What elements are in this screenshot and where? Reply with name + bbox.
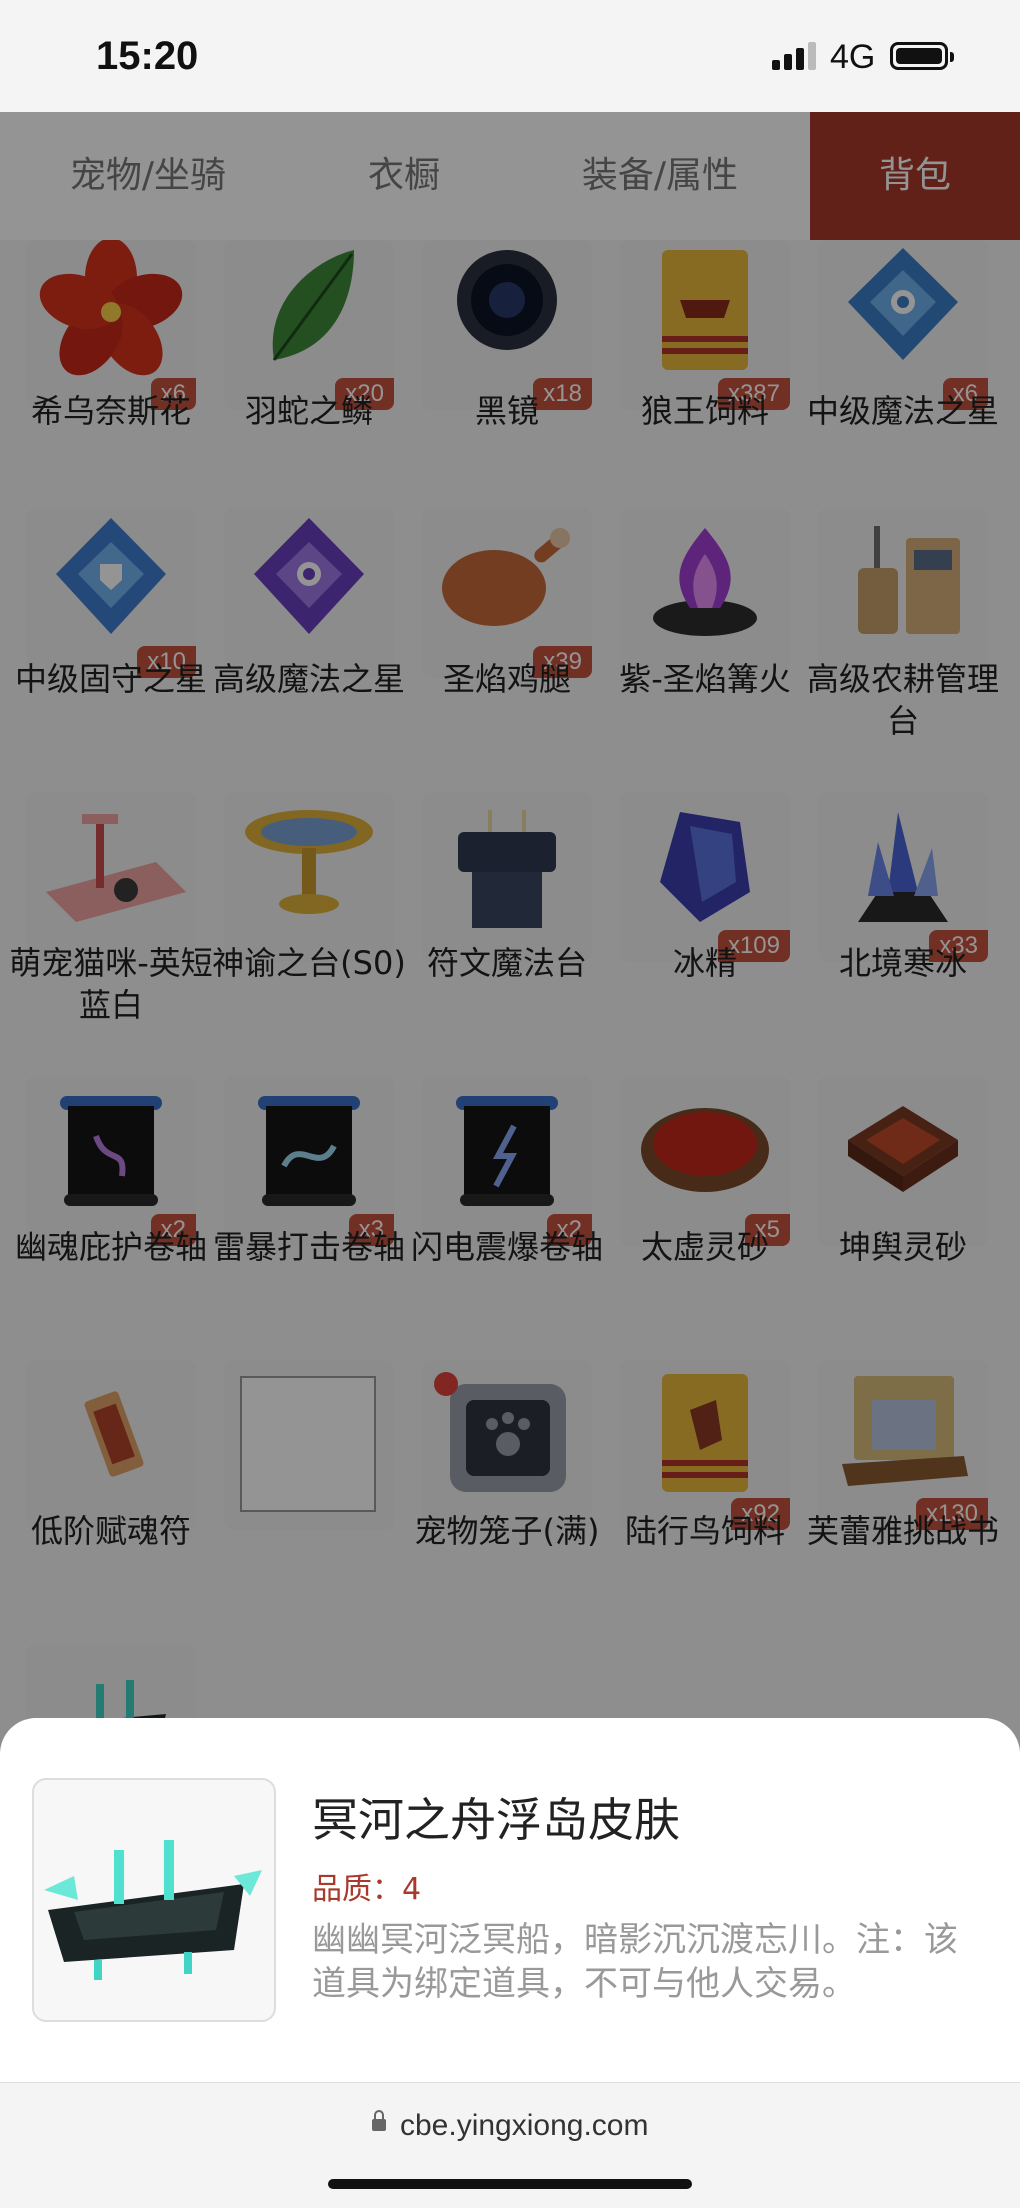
lock-icon <box>372 2110 386 2131</box>
status-bar: 15:20 4G <box>0 0 1020 112</box>
home-indicator[interactable] <box>328 2179 692 2189</box>
item-detail-title: 冥河之舟浮岛皮肤 <box>312 1793 680 1847</box>
item-detail-sheet: 冥河之舟浮岛皮肤 品质：4 幽幽冥河泛冥船，暗影沉沉渡忘川。注：该道具为绑定道具… <box>0 1718 1020 2082</box>
item-detail-description: 幽幽冥河泛冥船，暗影沉沉渡忘川。注：该道具为绑定道具，不可与他人交易。 <box>312 1920 958 2004</box>
status-time: 15:20 <box>96 34 199 78</box>
ghost-ship-icon <box>32 1778 276 2022</box>
browser-url-bar[interactable]: cbe.yingxiong.com <box>0 2082 1020 2208</box>
signal-icon <box>772 42 816 70</box>
url-text: cbe.yingxiong.com <box>400 2109 649 2142</box>
battery-icon <box>890 42 954 70</box>
item-detail-quality: 品质：4 <box>312 1872 422 1907</box>
network-type: 4G <box>830 38 876 76</box>
